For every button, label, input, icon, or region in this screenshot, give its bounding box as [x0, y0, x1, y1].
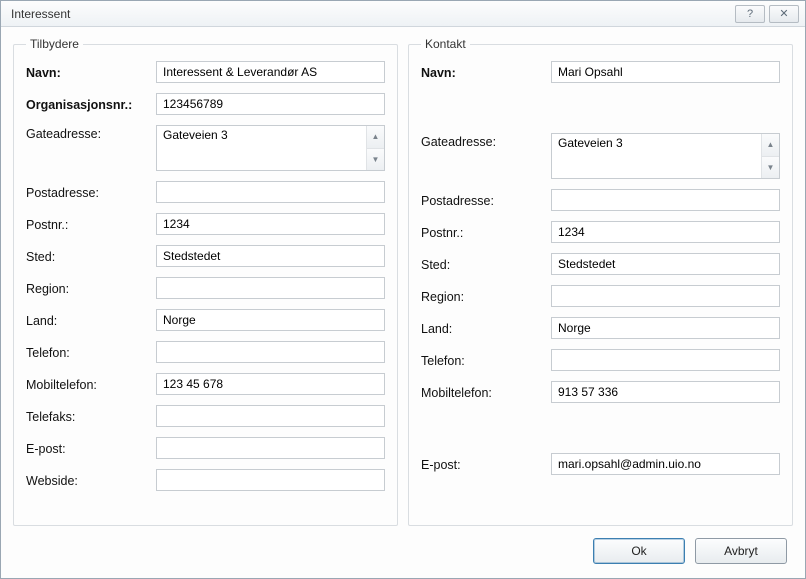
provider-orgno-input[interactable]	[156, 93, 385, 115]
titlebar: Interessent ? ✕	[1, 1, 805, 27]
provider-country-input[interactable]	[156, 309, 385, 331]
label-contact-email: E-post:	[421, 456, 551, 472]
group-contact-legend: Kontakt	[421, 37, 470, 51]
contact-place-input[interactable]	[551, 253, 780, 275]
group-providers-legend: Tilbydere	[26, 37, 83, 51]
provider-email-input[interactable]	[156, 437, 385, 459]
label-provider-fax: Telefaks:	[26, 408, 156, 424]
provider-postno-input[interactable]	[156, 213, 385, 235]
contact-mobile-input[interactable]	[551, 381, 780, 403]
label-contact-country: Land:	[421, 320, 551, 336]
contact-name-input[interactable]	[551, 61, 780, 83]
spinner-up-icon[interactable]: ▲	[367, 126, 384, 148]
contact-street-input[interactable]	[552, 134, 761, 178]
contact-country-input[interactable]	[551, 317, 780, 339]
label-provider-country: Land:	[26, 312, 156, 328]
provider-region-input[interactable]	[156, 277, 385, 299]
contact-region-input[interactable]	[551, 285, 780, 307]
label-provider-mobile: Mobiltelefon:	[26, 376, 156, 392]
label-contact-phone: Telefon:	[421, 352, 551, 368]
contact-postaddr-input[interactable]	[551, 189, 780, 211]
spinner-down-icon[interactable]: ▼	[367, 148, 384, 171]
dialog-body: Tilbydere Navn: Organisasjonsnr.: Gatead…	[1, 27, 805, 578]
help-button[interactable]: ?	[735, 5, 765, 23]
provider-fax-input[interactable]	[156, 405, 385, 427]
spinner-down-icon[interactable]: ▼	[762, 156, 779, 179]
label-provider-region: Region:	[26, 280, 156, 296]
label-provider-name: Navn:	[26, 64, 156, 80]
label-provider-place: Sted:	[26, 248, 156, 264]
group-contact: Kontakt Navn: Gateadresse: ▲ ▼	[408, 37, 793, 526]
titlebar-buttons: ? ✕	[735, 5, 799, 23]
label-contact-street: Gateadresse:	[421, 133, 551, 149]
label-contact-name: Navn:	[421, 64, 551, 80]
provider-street-input[interactable]	[157, 126, 366, 170]
group-providers: Tilbydere Navn: Organisasjonsnr.: Gatead…	[13, 37, 398, 526]
columns: Tilbydere Navn: Organisasjonsnr.: Gatead…	[13, 37, 793, 526]
contact-spacer-2	[421, 413, 780, 443]
label-contact-place: Sted:	[421, 256, 551, 272]
label-contact-postno: Postnr.:	[421, 224, 551, 240]
ok-button[interactable]: Ok	[593, 538, 685, 564]
label-provider-street: Gateadresse:	[26, 125, 156, 141]
close-icon: ✕	[779, 7, 788, 20]
contact-phone-input[interactable]	[551, 349, 780, 371]
provider-website-input[interactable]	[156, 469, 385, 491]
help-icon: ?	[747, 8, 753, 20]
contact-street-wrap: ▲ ▼	[551, 133, 780, 179]
label-contact-region: Region:	[421, 288, 551, 304]
contact-street-spinner: ▲ ▼	[761, 134, 779, 178]
label-contact-mobile: Mobiltelefon:	[421, 384, 551, 400]
close-button[interactable]: ✕	[769, 5, 799, 23]
provider-phone-input[interactable]	[156, 341, 385, 363]
provider-mobile-input[interactable]	[156, 373, 385, 395]
contact-spacer	[421, 93, 780, 123]
window-title: Interessent	[7, 7, 735, 21]
label-provider-website: Webside:	[26, 472, 156, 488]
cancel-button[interactable]: Avbryt	[695, 538, 787, 564]
label-provider-postaddr: Postadresse:	[26, 184, 156, 200]
label-contact-postaddr: Postadresse:	[421, 192, 551, 208]
label-provider-postno: Postnr.:	[26, 216, 156, 232]
provider-postaddr-input[interactable]	[156, 181, 385, 203]
label-provider-phone: Telefon:	[26, 344, 156, 360]
provider-street-wrap: ▲ ▼	[156, 125, 385, 171]
dialog-footer: Ok Avbryt	[13, 526, 793, 570]
provider-street-spinner: ▲ ▼	[366, 126, 384, 170]
provider-name-input[interactable]	[156, 61, 385, 83]
contact-postno-input[interactable]	[551, 221, 780, 243]
dialog-window: Interessent ? ✕ Tilbydere Navn: Organisa…	[0, 0, 806, 579]
label-provider-email: E-post:	[26, 440, 156, 456]
provider-place-input[interactable]	[156, 245, 385, 267]
contact-email-input[interactable]	[551, 453, 780, 475]
spinner-up-icon[interactable]: ▲	[762, 134, 779, 156]
label-provider-orgno: Organisasjonsnr.:	[26, 96, 156, 112]
